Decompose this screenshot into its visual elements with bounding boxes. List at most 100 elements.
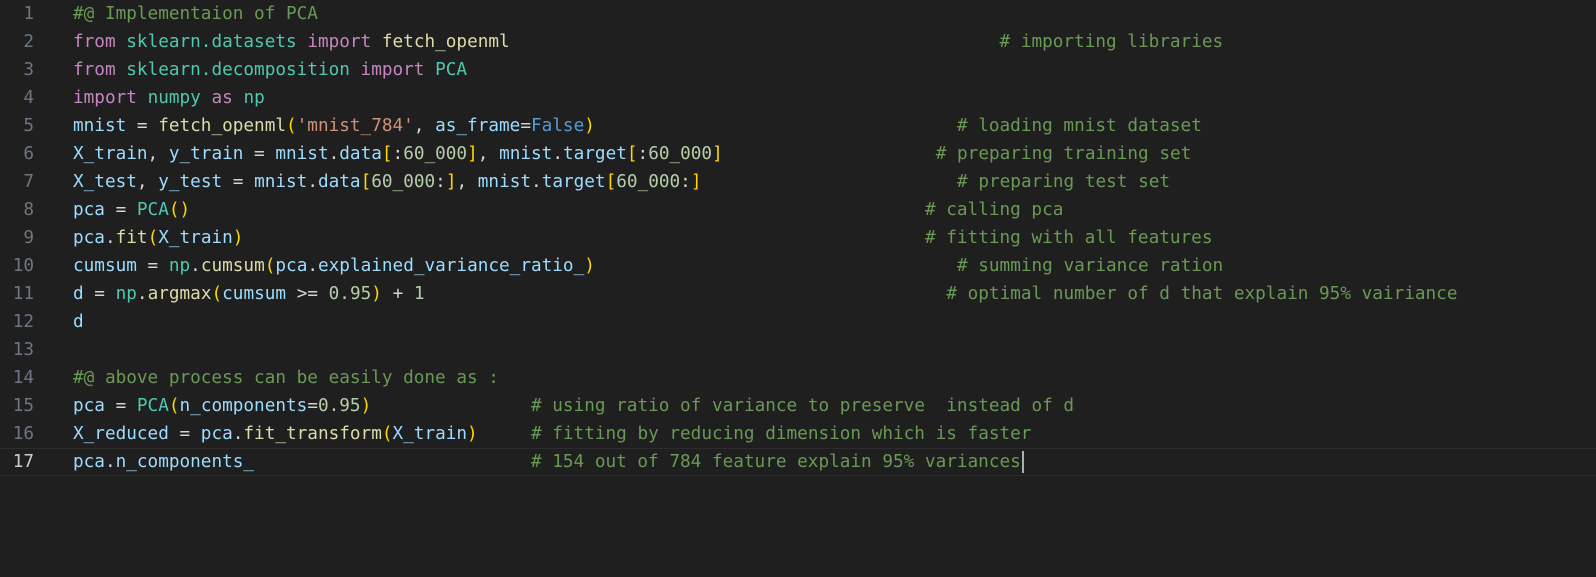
code-token: #@ above process can be easily done as :	[73, 368, 499, 388]
code-token: mnist	[477, 172, 532, 192]
code-token: d	[73, 284, 84, 304]
code-token: ,	[147, 144, 169, 164]
code-token: from	[73, 60, 116, 80]
code-token: # loading mnist dataset	[956, 116, 1202, 136]
code-token: =	[136, 256, 169, 276]
code-token: X_train	[392, 424, 468, 444]
code-token: argmax	[147, 284, 212, 304]
code-text[interactable]: pca.fit(X_train) # fitting with all feat…	[73, 224, 1212, 252]
code-token: mnist	[499, 144, 553, 164]
code-line[interactable]: 12 d	[0, 308, 1596, 336]
code-text[interactable]: #@ Implementaion of PCA	[73, 0, 318, 28]
code-text[interactable]: X_test, y_test = mnist.data[60_000:], mn…	[73, 168, 1170, 196]
code-token: ]	[467, 144, 478, 164]
line-number: 12	[12, 312, 34, 332]
code-token: =	[83, 284, 116, 304]
code-token: =	[243, 144, 276, 164]
code-text[interactable]: mnist = fetch_openml('mnist_784', as_fra…	[73, 112, 1202, 140]
code-token: )	[584, 256, 595, 276]
code-token: (	[168, 396, 180, 416]
code-line[interactable]: 2 from sklearn.datasets import fetch_open…	[0, 28, 1596, 56]
text-cursor	[1021, 451, 1024, 473]
code-token: .	[307, 172, 318, 192]
code-token: target	[562, 144, 627, 164]
code-text[interactable]: X_reduced = pca.fit_transform(X_train) #…	[73, 420, 1031, 448]
code-line[interactable]: 8 pca = PCA() # calling pca	[0, 196, 1596, 224]
code-text[interactable]: import numpy as np	[73, 84, 265, 112]
code-token: :	[392, 144, 404, 164]
code-token: explained_variance_ratio_	[318, 256, 585, 276]
code-token: X_test	[73, 172, 137, 192]
code-editor[interactable]: 1 #@ Implementaion of PCA 2 from sklearn.da…	[0, 0, 1596, 577]
code-line[interactable]: 14 #@ above process can be easily done as…	[0, 364, 1596, 392]
code-token: mnist	[275, 144, 329, 164]
code-token: ,	[413, 116, 436, 136]
code-line[interactable]: 13	[0, 336, 1596, 364]
code-line[interactable]: 11 d = np.argmax(cumsum >= 0.95) + 1 # op…	[0, 280, 1596, 308]
code-token: :	[637, 144, 649, 164]
code-token: )	[584, 116, 595, 136]
code-token: fit	[115, 228, 148, 248]
code-line[interactable]: 5 mnist = fetch_openml('mnist_784', as_fr…	[0, 112, 1596, 140]
code-token: data	[317, 172, 361, 192]
code-token: [	[381, 144, 393, 164]
code-line[interactable]: 9 pca.fit(X_train) # fitting with all fea…	[0, 224, 1596, 252]
code-token: # fitting with all features	[924, 228, 1213, 248]
code-text[interactable]: cumsum = np.cumsum(pca.explained_varianc…	[73, 252, 1223, 280]
code-token: # 154 out of 784 feature explain 95% var…	[530, 452, 1021, 472]
code-token: [	[605, 172, 617, 192]
code-token: (	[264, 256, 276, 276]
code-token: fetch_openml	[158, 116, 286, 136]
code-token: data	[339, 144, 382, 164]
code-text[interactable]: X_train, y_train = mnist.data[:60_000], …	[73, 140, 1191, 168]
code-line[interactable]: 16 X_reduced = pca.fit_transform(X_train)…	[0, 420, 1596, 448]
code-token: # using ratio of variance to preserve in…	[530, 396, 1075, 416]
code-token: #@ Implementaion of PCA	[73, 4, 318, 24]
code-token: ]	[690, 172, 702, 192]
code-line[interactable]: 17 pca.n_components_ # 154 out of 784 fea…	[0, 448, 1596, 476]
code-token: n_components_	[115, 452, 255, 472]
code-token: False	[530, 116, 585, 136]
code-text[interactable]: d = np.argmax(cumsum >= 0.95) + 1 # opti…	[73, 280, 1457, 308]
code-line[interactable]: 3 from sklearn.decomposition import PCA	[0, 56, 1596, 84]
code-line[interactable]: 6 X_train, y_train = mnist.data[:60_000],…	[0, 140, 1596, 168]
code-token: ,	[477, 144, 500, 164]
code-text[interactable]: d	[73, 308, 84, 336]
code-token: =	[104, 396, 137, 416]
code-line[interactable]: 10 cumsum = np.cumsum(pca.explained_varia…	[0, 252, 1596, 280]
code-line[interactable]: 1 #@ Implementaion of PCA	[0, 0, 1596, 28]
code-token: # summing variance ration	[956, 256, 1224, 276]
code-line[interactable]: 4 import numpy as np	[0, 84, 1596, 112]
line-number: 2	[23, 32, 34, 52]
line-number: 15	[12, 396, 34, 416]
line-number: 7	[23, 172, 34, 192]
code-text[interactable]: #@ above process can be easily done as :	[73, 364, 499, 392]
code-token: .	[232, 424, 244, 444]
code-token: pca	[200, 424, 233, 444]
code-token: np	[115, 284, 137, 304]
line-number: 9	[23, 228, 34, 248]
code-token: X_train	[158, 228, 233, 248]
code-text[interactable]: pca.n_components_ # 154 out of 784 featu…	[73, 449, 1024, 475]
code-token: pca	[73, 228, 105, 248]
code-token: .	[552, 144, 563, 164]
code-text[interactable]: from sklearn.datasets import fetch_openm…	[73, 28, 1223, 56]
code-token: [	[360, 172, 372, 192]
code-text[interactable]: pca = PCA() # calling pca	[73, 196, 1063, 224]
code-token: 60_000	[648, 144, 713, 164]
code-token: sklearn.datasets	[126, 32, 297, 52]
line-number: 16	[12, 424, 34, 444]
code-token: 60_000	[403, 144, 468, 164]
code-text[interactable]: from sklearn.decomposition import PCA	[73, 56, 467, 84]
code-line[interactable]: 15 pca = PCA(n_components=0.95) # using r…	[0, 392, 1596, 420]
code-line[interactable]: 7 X_test, y_test = mnist.data[60_000:], m…	[0, 168, 1596, 196]
code-text[interactable]: pca = PCA(n_components=0.95) # using rat…	[73, 392, 1074, 420]
